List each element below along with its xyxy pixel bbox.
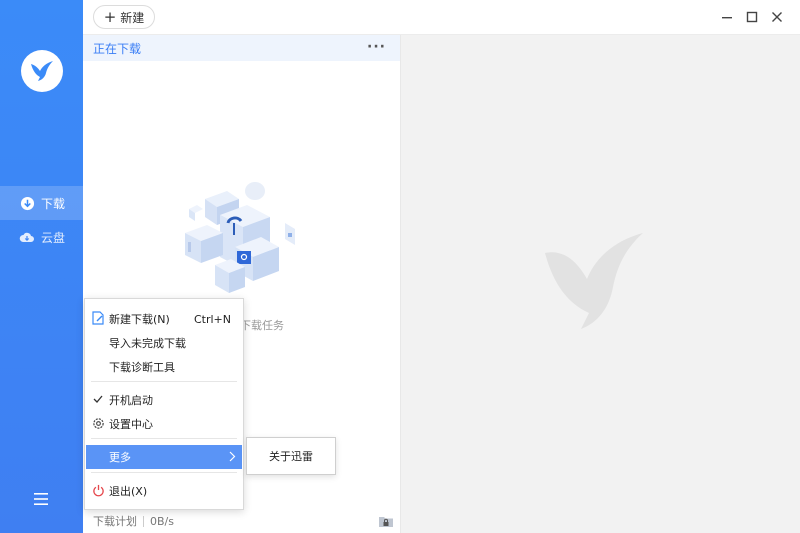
app-logo xyxy=(21,50,63,92)
minimize-icon xyxy=(722,17,732,19)
cloud-icon xyxy=(19,229,35,245)
section-title: 正在下载 xyxy=(93,41,142,56)
submenu-item-about[interactable]: 关于迅雷 xyxy=(246,437,336,475)
download-icon xyxy=(19,195,35,211)
menu-item-label: 开机启动 xyxy=(109,394,153,407)
menu-item-label: 更多 xyxy=(109,451,131,464)
menu-item-label: 下载诊断工具 xyxy=(109,361,175,374)
bird-watermark-icon xyxy=(545,233,643,329)
chevron-right-icon xyxy=(229,451,236,465)
submenu-item-label: 关于迅雷 xyxy=(269,450,313,463)
bird-logo-icon xyxy=(31,61,53,81)
menu-divider xyxy=(91,472,237,473)
new-task-button[interactable]: + 新建 xyxy=(93,5,155,29)
menu-divider xyxy=(91,381,237,382)
shortcut-label: Ctrl+N xyxy=(193,312,231,326)
toolbar: + 新建 xyxy=(83,0,800,35)
new-download-icon xyxy=(91,311,105,325)
main-context-menu: 新建下载(N) Ctrl+N 导入未完成下载 下载诊断工具 开机启动 设置中心 … xyxy=(84,298,244,510)
empty-state-text: 下载任务 xyxy=(240,319,284,332)
lock-folder-button[interactable] xyxy=(378,513,394,529)
sidebar: 下载 云盘 xyxy=(0,0,83,533)
task-detail-panel xyxy=(400,35,800,533)
gear-icon xyxy=(91,416,105,430)
hamburger-icon xyxy=(34,493,48,505)
download-plan-link[interactable]: 下载计划 xyxy=(93,513,137,529)
power-icon xyxy=(91,483,105,497)
checkmark-icon xyxy=(91,392,105,406)
menu-item-label: 导入未完成下载 xyxy=(109,337,186,350)
download-speed: 0B/s xyxy=(150,514,174,528)
folder-lock-icon xyxy=(379,517,393,527)
maximize-icon xyxy=(746,11,758,23)
sidebar-item-label: 云盘 xyxy=(41,230,66,245)
downloading-section-header: 正在下载 ··· xyxy=(83,35,400,61)
close-button[interactable] xyxy=(767,7,787,27)
menu-item-settings[interactable]: 设置中心 xyxy=(85,412,243,436)
minimize-button[interactable] xyxy=(717,7,737,27)
plus-icon: + xyxy=(103,7,117,26)
more-options-button[interactable]: ··· xyxy=(367,39,386,55)
menu-item-label: 新建下载(N) xyxy=(109,313,170,326)
maximize-button[interactable] xyxy=(742,7,762,27)
status-divider xyxy=(143,515,144,527)
status-bar: 下载计划 0B/s xyxy=(83,509,400,533)
menu-item-more[interactable]: 更多 xyxy=(86,445,242,469)
sidebar-item-label: 下载 xyxy=(41,196,66,211)
menu-item-diagnostic-tool[interactable]: 下载诊断工具 xyxy=(85,355,243,379)
sidebar-item-cloud[interactable]: 云盘 xyxy=(0,220,83,254)
new-task-label: 新建 xyxy=(120,10,145,25)
empty-state-illustration xyxy=(185,182,295,293)
menu-divider xyxy=(91,438,237,439)
menu-item-label: 退出(X) xyxy=(109,485,148,498)
menu-item-import-unfinished[interactable]: 导入未完成下载 xyxy=(85,331,243,355)
menu-item-launch-at-startup[interactable]: 开机启动 xyxy=(85,388,243,412)
menu-item-new-download[interactable]: 新建下载(N) Ctrl+N xyxy=(85,307,243,331)
sidebar-item-download[interactable]: 下载 xyxy=(0,186,83,220)
main-menu-button[interactable] xyxy=(28,486,54,512)
menu-item-exit[interactable]: 退出(X) xyxy=(85,479,243,503)
close-icon xyxy=(772,12,782,22)
menu-item-label: 设置中心 xyxy=(109,418,153,431)
